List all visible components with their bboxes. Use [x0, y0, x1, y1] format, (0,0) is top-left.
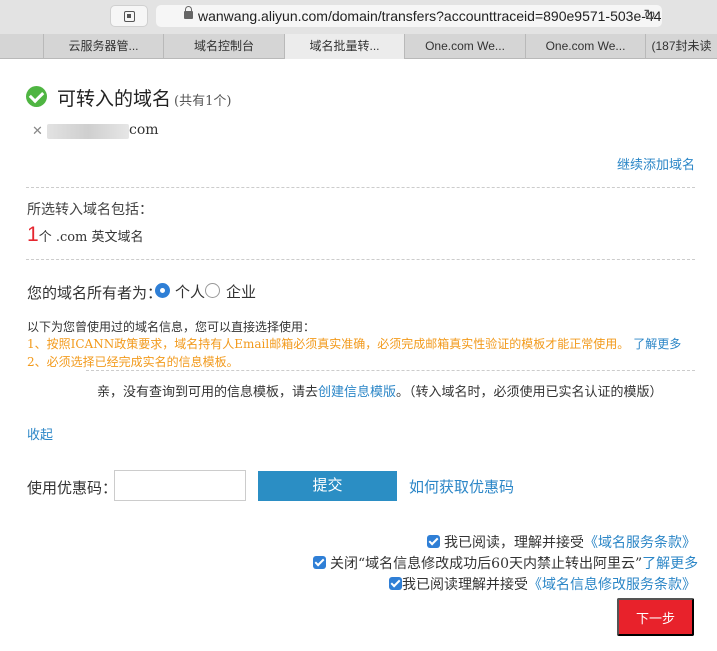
success-check-icon — [26, 86, 47, 107]
next-step-button[interactable]: 下一步 — [617, 598, 694, 636]
agree-modify-terms-label: 我已阅读理解并接受 — [402, 577, 528, 593]
warning-1-text: 1、按照ICANN政策要求，域名持有人Email邮箱必须真实准确，必须完成邮箱真… — [27, 337, 630, 351]
section-title: 可转入的域名 (共有1个) — [57, 84, 231, 111]
tab-1[interactable]: 云服务器管... — [44, 34, 164, 59]
collapse-link[interactable]: 收起 — [27, 424, 53, 443]
no-template-message: 亲，没有查询到可用的信息模板，请去创建信息模版。（转入域名时，必须使用已实名认证… — [97, 381, 663, 400]
url-text: wanwang.aliyun.com/domain/transfers?acco… — [198, 8, 662, 24]
reader-view-button[interactable] — [110, 5, 148, 27]
included-description: 个 .com 英文域名 — [38, 230, 144, 245]
create-template-link[interactable]: 创建信息模版 — [318, 385, 396, 400]
divider — [86, 370, 695, 371]
divider — [26, 187, 695, 188]
coupon-help-link[interactable]: 如何获取优惠码 — [409, 476, 514, 497]
reload-icon[interactable]: ↻ — [643, 5, 656, 27]
remove-domain-icon[interactable]: ✕ — [32, 124, 43, 139]
agree-terms-checkbox[interactable] — [427, 535, 440, 548]
warning-2: 2、必须选择已经完成实名的信息模板。 — [27, 355, 239, 369]
domain-count: (共有1个) — [174, 94, 232, 109]
coupon-input[interactable] — [114, 470, 246, 501]
agree-modify-terms-checkbox[interactable] — [389, 577, 402, 590]
owner-label: 您的域名所有者为： — [27, 284, 163, 302]
tab-6[interactable]: (187封未读 — [646, 34, 717, 59]
agree-terms-label: 我已阅读，理解并接受 — [444, 535, 584, 551]
title-text: 可转入的域名 — [57, 88, 172, 110]
owner-individual-radio[interactable] — [155, 283, 170, 298]
included-summary: 1个 .com 英文域名 — [27, 223, 144, 247]
coupon-label: 使用优惠码： — [27, 479, 118, 497]
tab-0[interactable] — [0, 34, 44, 59]
agree-modify-terms-text: 我已阅读理解并接受《域名信息修改服务条款》 — [402, 574, 696, 594]
reader-view-icon — [124, 11, 135, 22]
tab-3-active[interactable]: 域名批量转... — [285, 34, 405, 59]
transfer-lock-learn-more-link[interactable]: 了解更多 — [642, 556, 698, 572]
domain-service-terms-link[interactable]: 《域名服务条款》 — [584, 535, 696, 551]
disable-transfer-lock-text: 关闭“域名信息修改成功后60天内禁止转出阿里云”了解更多 — [330, 553, 698, 573]
owner-company-label[interactable]: 企业 — [226, 281, 256, 302]
learn-more-link[interactable]: 了解更多 — [633, 337, 681, 351]
owner-individual-label[interactable]: 个人 — [175, 281, 205, 302]
warning-1: 1、按照ICANN政策要求，域名持有人Email邮箱必须真实准确，必须完成邮箱真… — [27, 335, 681, 352]
domain-suffix: com — [129, 122, 159, 138]
browser-toolbar: wanwang.aliyun.com/domain/transfers?acco… — [0, 0, 717, 34]
add-more-domains-link[interactable]: 继续添加域名 — [617, 154, 695, 173]
owner-company-radio[interactable] — [205, 283, 220, 298]
tab-4[interactable]: One.com We... — [405, 34, 526, 59]
included-count: 1 — [27, 223, 39, 246]
disable-transfer-lock-label: 关闭“域名信息修改成功后60天内禁止转出阿里云” — [330, 556, 643, 572]
no-template-suffix: 。（转入域名时，必须使用已实名认证的模版） — [396, 385, 663, 400]
address-bar[interactable]: wanwang.aliyun.com/domain/transfers?acco… — [156, 5, 662, 27]
tab-2[interactable]: 域名控制台 — [164, 34, 285, 59]
no-template-prefix: 亲，没有查询到可用的信息模板，请去 — [97, 385, 319, 400]
info-intro: 以下为您曾使用过的域名信息，您可以直接选择使用： — [27, 320, 316, 334]
disable-transfer-lock-checkbox[interactable] — [313, 556, 326, 569]
tab-5[interactable]: One.com We... — [526, 34, 646, 59]
agree-terms-text: 我已阅读，理解并接受《域名服务条款》 — [444, 532, 696, 552]
page-content: 可转入的域名 (共有1个) ✕ com 继续添加域名 所选转入域名包括： 1个 .… — [0, 59, 717, 651]
blurred-domain-name — [47, 124, 129, 139]
divider — [26, 259, 695, 260]
included-label: 所选转入域名包括： — [27, 202, 153, 218]
submit-coupon-button[interactable]: 提交 — [258, 471, 397, 501]
modify-service-terms-link[interactable]: 《域名信息修改服务条款》 — [528, 577, 696, 593]
tab-bar: 云服务器管... 域名控制台 域名批量转... One.com We... On… — [0, 34, 717, 59]
lock-icon — [184, 6, 193, 19]
